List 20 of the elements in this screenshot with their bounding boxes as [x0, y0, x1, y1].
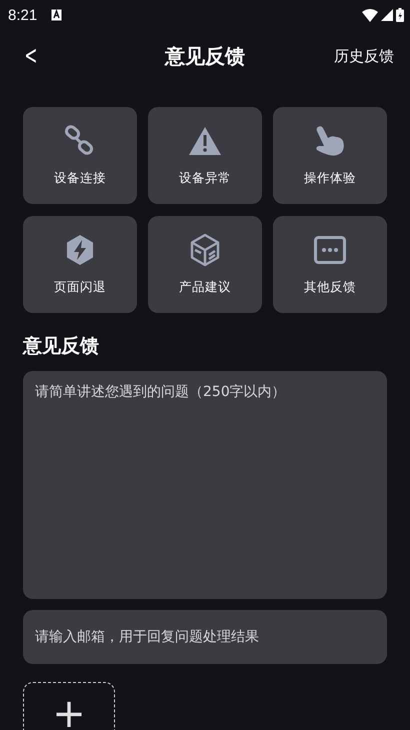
category-card[interactable]: 其他反馈 — [273, 216, 387, 313]
wifi-icon — [362, 8, 378, 22]
clock: 8:21 — [8, 6, 38, 24]
battery-icon — [396, 8, 404, 22]
email-input-field[interactable]: 请输入邮箱，用于回复问题处理结果 — [23, 610, 387, 664]
category-card[interactable]: 设备连接 — [23, 107, 137, 204]
history-link[interactable]: 历史反馈 — [334, 46, 394, 66]
notification-icon — [51, 9, 62, 21]
category-card[interactable]: 设备异常 — [148, 107, 262, 204]
add-image-button[interactable]: + — [23, 682, 115, 730]
signal-icon — [381, 9, 393, 21]
category-card[interactable]: 产品建议 — [148, 216, 262, 313]
section-title: 意见反馈 — [23, 334, 100, 359]
category-card[interactable]: 页面闪退 — [23, 216, 137, 313]
feedback-text-area[interactable]: 请简单讲述您遇到的问题（250字以内） — [23, 371, 387, 599]
more-icon — [313, 233, 347, 267]
category-card[interactable]: 操作体验 — [273, 107, 387, 204]
cube-icon — [188, 233, 222, 267]
page-title: 意见反馈 — [165, 44, 245, 68]
back-button[interactable]: < — [20, 41, 42, 71]
